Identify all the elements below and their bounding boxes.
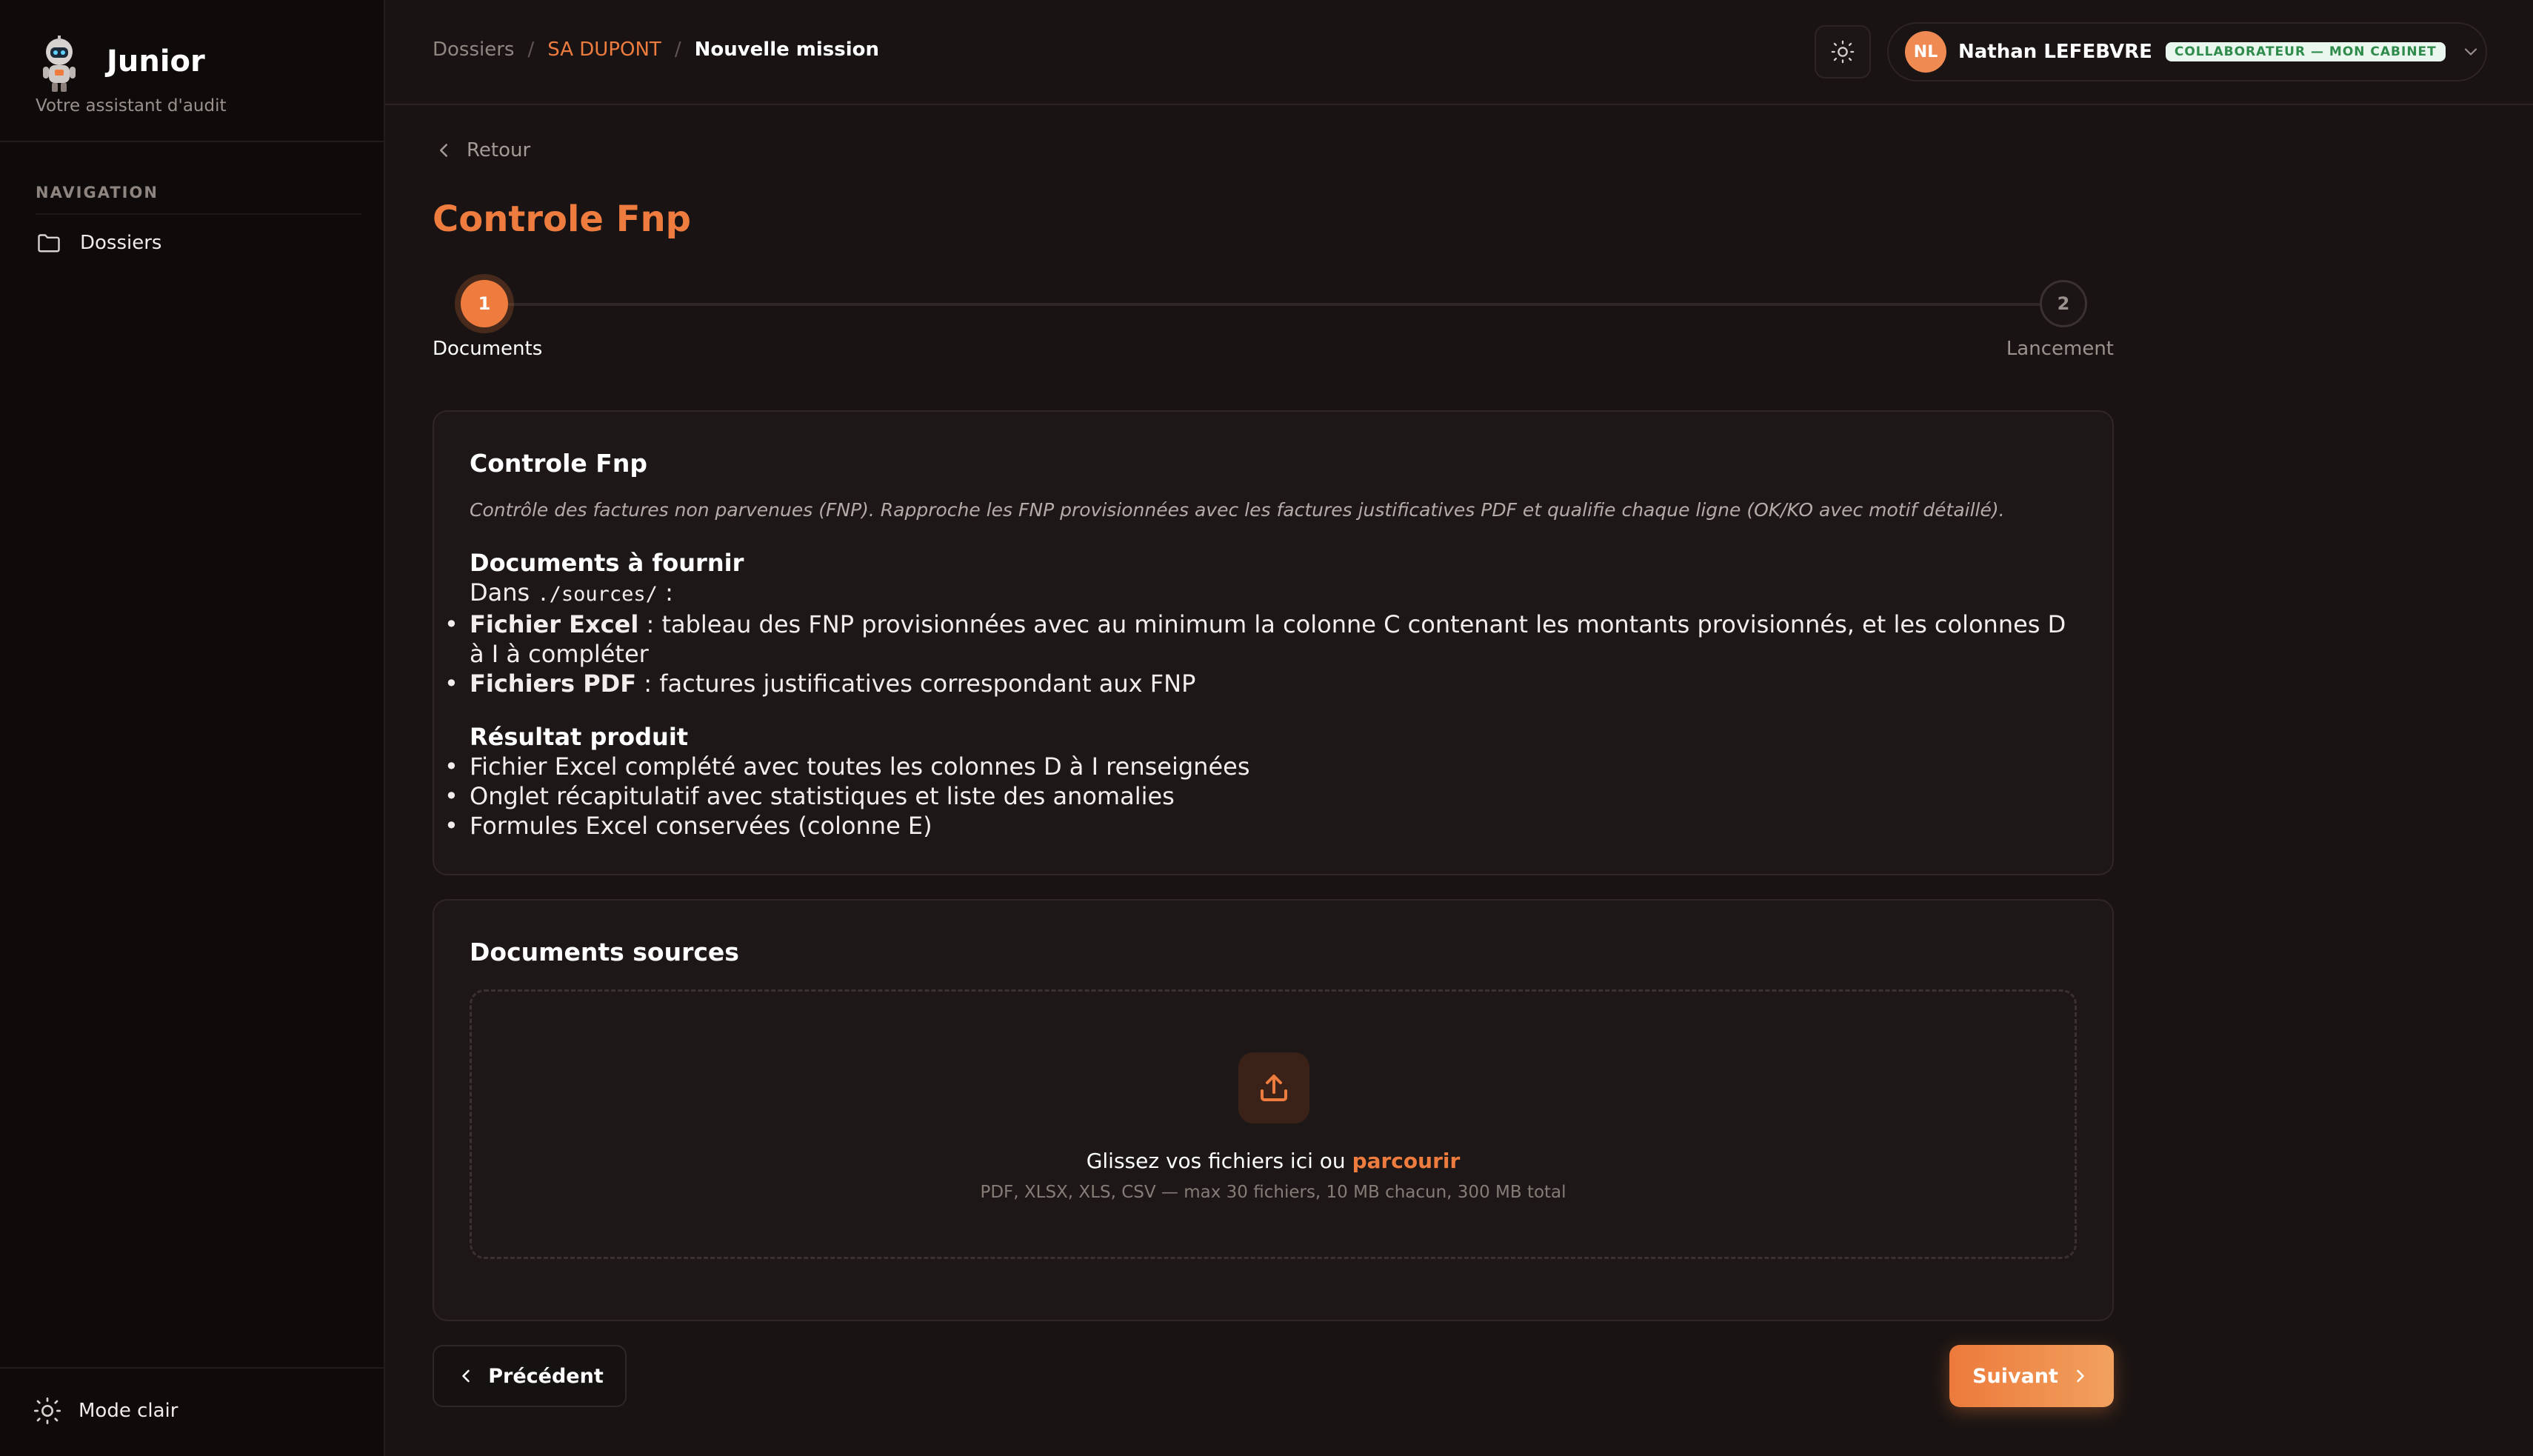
list-item-bold: Fichiers PDF — [470, 669, 637, 698]
step-2-indicator[interactable]: 2 — [2040, 280, 2087, 327]
folder-icon — [38, 234, 60, 253]
docs-location-prefix: Dans — [470, 578, 538, 607]
nav-section-title: NAVIGATION — [36, 184, 158, 201]
sun-icon — [1831, 40, 1855, 64]
nav-divider — [36, 213, 361, 215]
upload-icon — [1238, 1052, 1309, 1123]
list-item: Fichiers PDF : factures justificatives c… — [444, 669, 2084, 698]
app-root: Junior Votre assistant d'audit NAVIGATIO… — [0, 0, 2533, 1456]
next-button[interactable]: Suivant — [1949, 1345, 2114, 1407]
avatar: NL — [1905, 31, 1946, 73]
sidebar-bottom-divider — [0, 1367, 384, 1369]
next-button-label: Suivant — [1972, 1364, 2058, 1388]
breadcrumb: Dossiers / SA DUPONT / Nouvelle mission — [433, 39, 879, 61]
card-title: Controle Fnp — [470, 449, 647, 478]
result-list: Fichier Excel complété avec toutes les c… — [444, 752, 2084, 841]
step-1-label: Documents — [433, 338, 543, 360]
source-documents-card: Documents sources Glissez vos fichiers i… — [433, 899, 2114, 1321]
mission-details: Documents à fournir Dans ./sources/ : Fi… — [444, 548, 2084, 841]
app-tagline: Votre assistant d'audit — [36, 96, 227, 116]
list-item-text: : tableau des FNP provisionnées avec au … — [470, 610, 2066, 668]
docs-heading: Documents à fournir — [470, 549, 744, 577]
card-title: Documents sources — [470, 938, 739, 966]
back-link[interactable]: Retour — [433, 139, 530, 161]
docs-list: Fichier Excel : tableau des FNP provisio… — [444, 610, 2084, 698]
previous-button-label: Précédent — [488, 1364, 604, 1388]
list-item-text: : factures justificatives correspondant … — [636, 669, 1196, 698]
chevron-down-icon — [2464, 48, 2477, 56]
mode-toggle-label: Mode clair — [79, 1400, 178, 1422]
list-item: Fichier Excel : tableau des FNP provisio… — [444, 610, 2084, 669]
list-item-bold: Fichier Excel — [470, 610, 639, 638]
robot-logo-icon — [43, 36, 76, 92]
breadcrumb-separator: / — [674, 39, 681, 61]
user-menu[interactable]: NL Nathan LEFEBVRE COLLABORATEUR — MON C… — [1887, 22, 2487, 81]
user-name: Nathan LEFEBVRE — [1958, 41, 2152, 63]
sidebar-item-dossiers[interactable]: Dossiers — [36, 227, 361, 259]
dropzone-hint: PDF, XLSX, XLS, CSV — max 30 fichiers, 1… — [980, 1183, 1566, 1202]
sidebar-divider — [0, 141, 384, 142]
docs-location-path: ./sources/ — [537, 583, 658, 606]
role-badge: COLLABORATEUR — MON CABINET — [2165, 42, 2446, 61]
breadcrumb-dossiers[interactable]: Dossiers — [433, 39, 514, 61]
light-mode-toggle[interactable]: Mode clair — [33, 1392, 178, 1429]
breadcrumb-current: Nouvelle mission — [694, 39, 880, 61]
list-item: Onglet récapitulatif avec statistiques e… — [444, 781, 2084, 811]
breadcrumb-separator: / — [527, 39, 535, 61]
dropzone-instruction: Glissez vos fichiers ici ou — [1086, 1149, 1352, 1173]
top-header: Dossiers / SA DUPONT / Nouvelle mission … — [385, 0, 2533, 105]
sidebar-item-label: Dossiers — [80, 232, 162, 254]
sidebar: Junior Votre assistant d'audit NAVIGATIO… — [0, 0, 385, 1456]
dropzone-text: Glissez vos fichiers ici ou parcourir — [472, 1149, 2075, 1173]
mission-summary: Contrôle des factures non parvenues (FNP… — [470, 499, 2005, 521]
breadcrumb-client[interactable]: SA DUPONT — [547, 39, 661, 61]
back-label: Retour — [467, 139, 531, 161]
chevron-right-icon — [2077, 1369, 2084, 1383]
list-item: Formules Excel conservées (colonne E) — [444, 811, 2084, 841]
app-name: Junior — [107, 44, 205, 79]
file-dropzone[interactable]: Glissez vos fichiers ici ou parcourir PD… — [470, 989, 2077, 1259]
list-item: Fichier Excel complété avec toutes les c… — [444, 752, 2084, 781]
result-heading: Résultat produit — [470, 723, 689, 751]
theme-toggle-button[interactable] — [1815, 25, 1871, 79]
browse-link[interactable]: parcourir — [1352, 1149, 1461, 1173]
chevron-left-icon — [462, 1369, 470, 1383]
mission-description-card: Controle Fnp Contrôle des factures non p… — [433, 410, 2114, 875]
docs-location-suffix: : — [657, 578, 673, 607]
stepper-track — [508, 303, 2043, 306]
step-2-label: Lancement — [2006, 338, 2114, 360]
docs-location: Dans ./sources/ : — [470, 578, 2084, 610]
sun-icon — [34, 1397, 61, 1424]
brand[interactable]: Junior Votre assistant d'audit — [36, 33, 361, 121]
step-1-indicator[interactable]: 1 — [461, 280, 508, 327]
page-title: Controle Fnp — [433, 198, 692, 240]
previous-button[interactable]: Précédent — [433, 1345, 627, 1407]
chevron-left-icon — [440, 144, 447, 157]
